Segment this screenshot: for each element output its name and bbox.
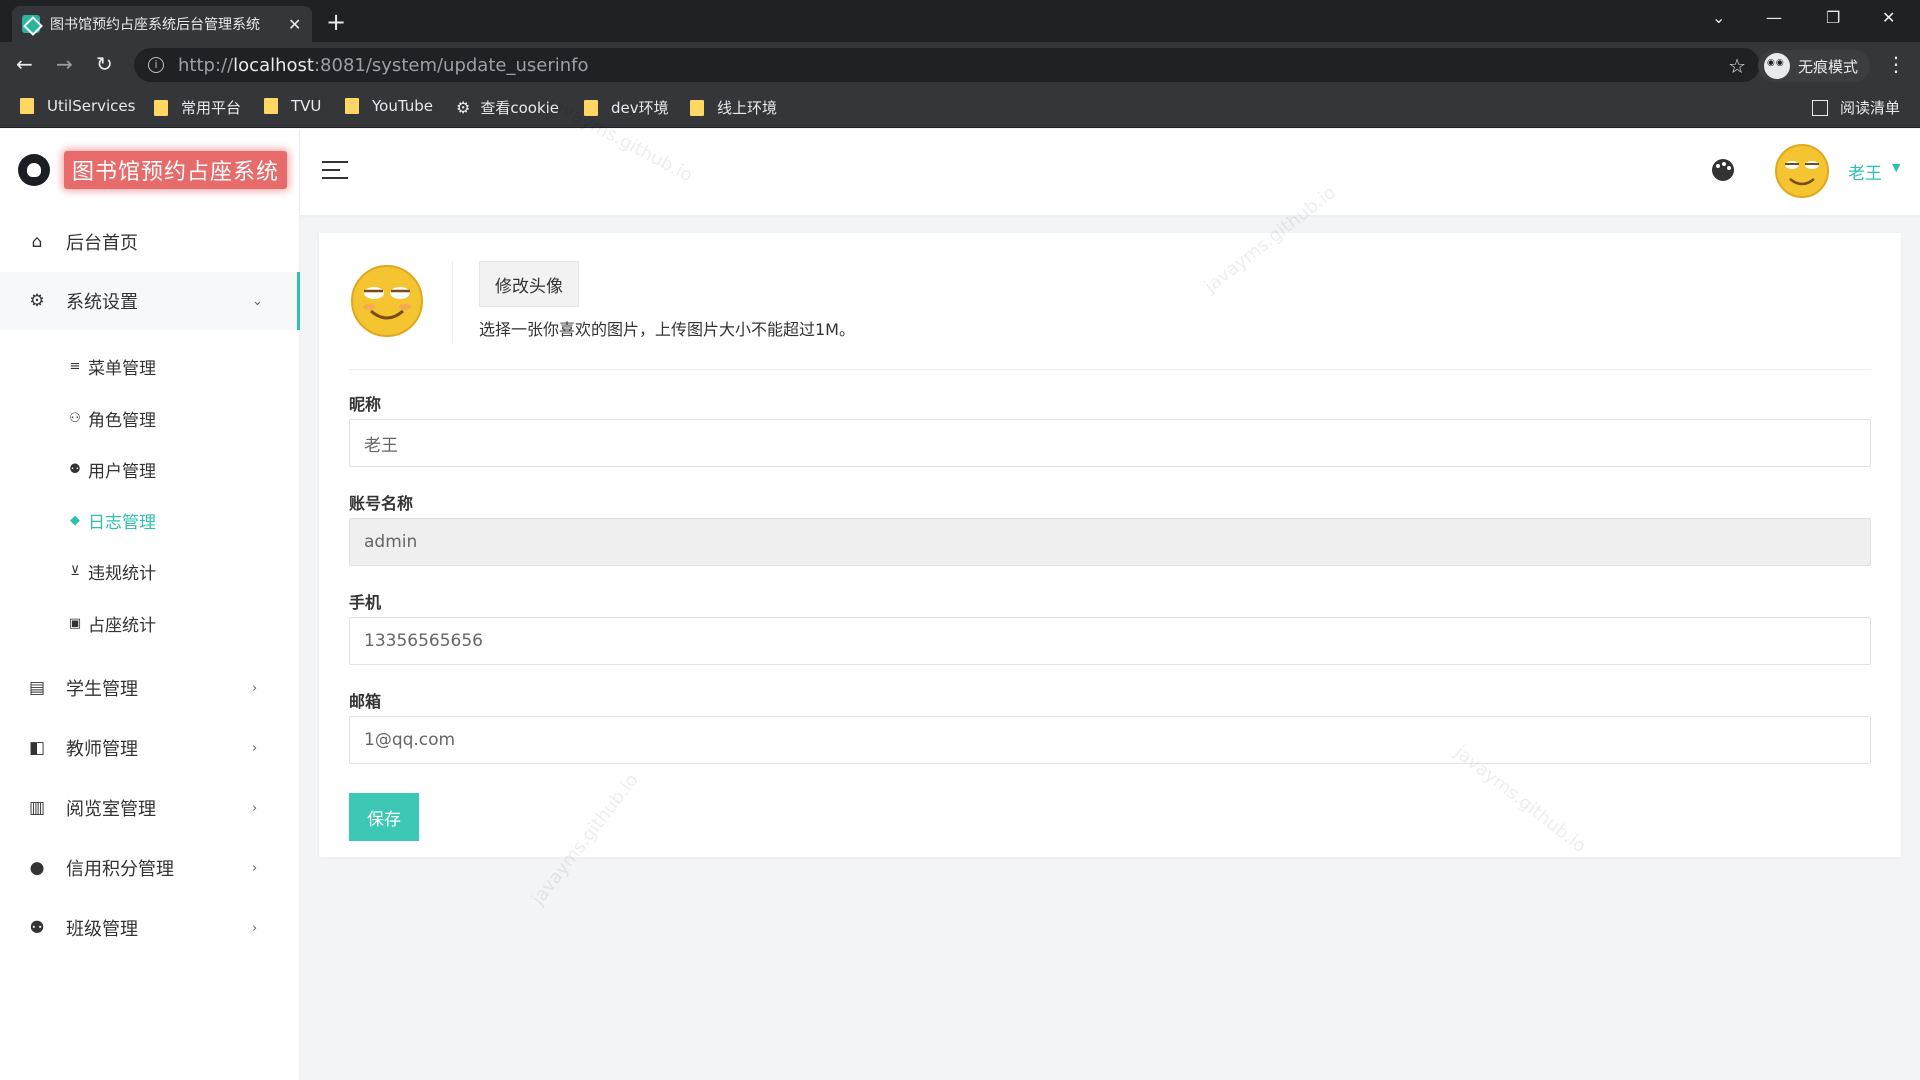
sidebar-subitem-log[interactable]: ◆ 日志管理 [68,503,156,537]
folder-icon [345,98,359,114]
address-bar: ← → ↻ i http://localhost:8081/system/upd… [0,42,1920,88]
brand[interactable]: 图书馆预约占座系统 [18,151,288,189]
phone-label: 手机 [349,593,382,612]
tab-title: 图书馆预约占座系统后台管理系统 [50,17,260,33]
brand-title: 图书馆预约占座系统 [64,151,288,189]
chevron-right-icon: › [252,800,258,816]
phone-input[interactable] [349,617,1871,665]
site-info-icon[interactable]: i [148,57,164,73]
url-input[interactable]: i http://localhost:8081/system/update_us… [134,48,1760,82]
nickname-input[interactable] [349,419,1871,467]
tag-icon: ◆ [70,512,80,528]
divider [349,369,1871,370]
minimize-icon[interactable]: — [1766,8,1782,27]
bookmark-common-platform[interactable]: 常用平台 [154,97,241,118]
userinfo-card: 修改头像 选择一张你喜欢的图片，上传图片大小不能超过1M。 昵称 账号名称 手机… [319,233,1901,857]
browser-tab[interactable]: 图书馆预约占座系统后台管理系统 ✕ [12,6,312,42]
teacher-icon: ◧ [28,738,46,758]
app-root: 图书馆预约占座系统 ⌂ 后台首页 ⚙ 系统设置 ⌄ ≡ 菜单管理 ⚇ 角色管理 … [0,93,1920,1080]
github-icon [18,154,50,186]
favicon-icon [22,15,40,33]
group-icon: ⚉ [29,918,45,938]
user-role-icon: ⚇ [69,410,81,426]
folder-icon [20,98,34,114]
top-header: 老王 ▼ [300,129,1920,215]
new-tab-button[interactable]: + [326,8,346,36]
reload-icon[interactable]: ↻ [96,52,113,76]
folder-icon [690,99,704,116]
browser-menu-icon[interactable]: ⋮ [1886,52,1906,76]
forward-icon[interactable]: → [56,52,73,76]
sidebar-subitem-seat[interactable]: ▣ 占座统计 [68,606,156,640]
divider [452,261,453,343]
nickname-label: 昵称 [349,395,382,414]
url-text: http://localhost:8081/system/update_user… [178,54,589,76]
gear-icon: ⚙ [29,291,45,311]
upload-hint: 选择一张你喜欢的图片，上传图片大小不能超过1M。 [479,320,855,339]
reading-list-icon [1812,99,1828,116]
incognito-icon [1764,53,1790,79]
save-button[interactable]: 保存 [349,793,419,841]
sidebar-item-teacher[interactable]: ◧ 教师管理 › [0,719,300,777]
incognito-badge[interactable]: 无痕模式 [1758,50,1871,82]
close-tab-icon[interactable]: ✕ [288,15,301,34]
theme-palette-icon[interactable] [1712,159,1734,181]
sidebar-subitem-role[interactable]: ⚇ 角色管理 [68,401,156,435]
sidebar: 图书馆预约占座系统 ⌂ 后台首页 ⚙ 系统设置 ⌄ ≡ 菜单管理 ⚇ 角色管理 … [0,129,300,1080]
avatar[interactable] [1774,143,1830,199]
tab-search-icon[interactable]: ⌄ [1712,8,1725,27]
bookmark-online-env[interactable]: 线上环境 [690,97,777,118]
sidebar-item-class[interactable]: ⚉ 班级管理 › [0,899,300,957]
sidebar-item-system-settings[interactable]: ⚙ 系统设置 ⌄ [0,272,300,330]
account-label: 账号名称 [349,494,414,513]
menu-toggle-icon[interactable] [322,161,348,181]
bookmark-view-cookie[interactable]: ⚙ 查看cookie [456,97,559,118]
back-icon[interactable]: ← [16,52,33,76]
chevron-right-icon: › [252,920,258,936]
bookmarks-bar: UtilServices 常用平台 TVU YouTube ⚙ 查看cookie … [0,88,1920,128]
student-badge-icon: ▤ [28,678,46,698]
bookmark-youtube[interactable]: YouTube [345,97,433,115]
close-window-icon[interactable]: ✕ [1882,8,1895,27]
home-icon: ⌂ [31,232,43,252]
bookmark-utilservices[interactable]: UtilServices [20,97,135,115]
sidebar-item-home[interactable]: ⌂ 后台首页 [0,213,300,271]
account-input [349,518,1871,566]
chevron-right-icon: › [252,680,258,696]
sidebar-item-credit[interactable]: ● 信用积分管理 › [0,839,300,897]
chevron-down-icon: ⌄ [252,293,263,309]
sidebar-subitem-violation[interactable]: ⊻ 违规统计 [68,554,156,588]
change-avatar-button[interactable]: 修改头像 [479,261,579,307]
sidebar-item-reading-room[interactable]: ▥ 阅览室管理 › [0,779,300,837]
caret-down-icon[interactable]: ▼ [1892,161,1900,174]
reading-list[interactable]: 阅读清单 [1812,97,1900,118]
email-label: 邮箱 [349,692,382,711]
book-open-icon: ▥ [28,798,46,818]
bookmark-star-icon[interactable]: ☆ [1728,54,1746,78]
browser-tab-bar: 图书馆预约占座系统后台管理系统 ✕ + ⌄ — ❐ ✕ [0,0,1920,42]
person-icon: ● [29,858,45,878]
bookmark-tvu[interactable]: TVU [264,97,321,115]
sidebar-item-student[interactable]: ▤ 学生管理 › [0,659,300,717]
email-input[interactable] [349,716,1871,764]
flight-land-icon: ⊻ [70,563,80,579]
list-icon: ≡ [69,358,81,374]
restore-icon[interactable]: ❐ [1826,8,1840,27]
user-name-dropdown[interactable]: 老王 [1848,159,1882,184]
chevron-right-icon: › [252,860,258,876]
folder-icon [154,99,168,116]
seat-icon: ▣ [68,615,82,631]
sidebar-subitem-user[interactable]: ⚉ 用户管理 [68,452,156,486]
chevron-right-icon: › [252,740,258,756]
profile-avatar [351,265,423,337]
incognito-label: 无痕模式 [1798,57,1859,76]
gear-icon: ⚙ [456,98,471,117]
folder-icon [264,98,278,114]
sidebar-subitem-menu[interactable]: ≡ 菜单管理 [68,349,156,383]
users-icon: ⚉ [69,461,81,477]
